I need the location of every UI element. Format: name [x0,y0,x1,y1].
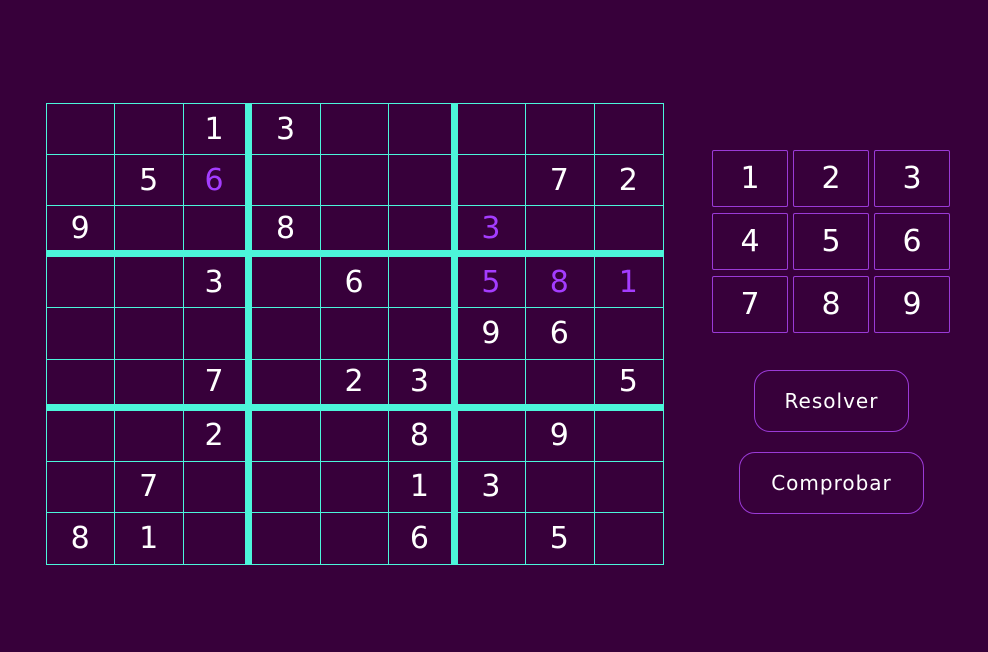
number-button-5[interactable]: 5 [793,213,869,270]
sudoku-cell-r1-c2[interactable] [115,104,184,156]
sudoku-cell-r7-c4[interactable] [252,410,321,462]
number-button-1[interactable]: 1 [712,150,788,207]
sudoku-cell-r7-c3[interactable]: 2 [183,410,253,462]
sudoku-cell-r6-c2[interactable] [115,359,184,411]
sudoku-cell-r6-c7[interactable] [457,359,527,411]
sudoku-cell-r6-c8[interactable] [526,359,595,411]
sudoku-cell-r9-c1[interactable]: 8 [47,512,116,564]
sudoku-cell-r9-c2[interactable]: 1 [115,512,184,564]
sudoku-board: 135672983365819672352897138165 [46,103,664,565]
sudoku-cell-r6-c3[interactable]: 7 [183,359,253,411]
number-pad: 123 456 789 [712,150,950,333]
sudoku-cell-r8-c8[interactable] [526,461,595,513]
sudoku-cell-r8-c9[interactable] [594,462,663,513]
sudoku-cell-r5-c4[interactable] [252,308,321,360]
sudoku-cell-r4-c3[interactable]: 3 [183,257,253,309]
sudoku-cell-r5-c2[interactable] [115,308,184,360]
sudoku-cell-r4-c5[interactable]: 6 [320,257,390,309]
sudoku-cell-r8-c7[interactable]: 3 [457,461,527,513]
sudoku-cell-r7-c2[interactable] [115,410,184,462]
sudoku-cell-r4-c7[interactable]: 5 [457,257,527,309]
sudoku-cell-r6-c6[interactable]: 3 [389,359,458,411]
sudoku-cell-r4-c2[interactable] [115,257,184,309]
sudoku-cell-r9-c7[interactable] [458,512,527,564]
number-button-6[interactable]: 6 [874,213,950,270]
sudoku-cell-r3-c3[interactable] [183,206,253,258]
sudoku-cell-r9-c8[interactable]: 5 [526,512,595,564]
number-button-2[interactable]: 2 [793,150,869,207]
sudoku-cell-r9-c4[interactable] [252,512,321,564]
sudoku-cell-r9-c5[interactable] [321,512,390,564]
resolver-button[interactable]: Resolver [754,370,909,432]
sudoku-cell-r5-c8[interactable]: 6 [526,308,595,360]
sudoku-cell-r3-c5[interactable] [320,206,390,258]
sudoku-cell-r1-c5[interactable] [320,104,390,156]
sudoku-cell-r6-c9[interactable]: 5 [594,360,663,411]
sudoku-cell-r2-c4[interactable] [252,155,321,207]
number-button-7[interactable]: 7 [712,276,788,333]
sudoku-cell-r5-c1[interactable] [47,308,116,360]
sudoku-cell-r1-c7[interactable] [457,104,527,156]
sudoku-cell-r7-c6[interactable]: 8 [389,410,458,462]
sudoku-cell-r3-c9[interactable] [594,206,663,258]
sudoku-cell-r8-c2[interactable]: 7 [115,461,184,513]
sudoku-cell-r4-c1[interactable] [47,257,116,309]
sudoku-cell-r3-c6[interactable] [389,206,458,258]
sudoku-cell-r3-c2[interactable] [115,206,184,258]
sudoku-cell-r1-c9[interactable] [594,104,663,156]
sudoku-cell-r8-c3[interactable] [183,461,253,513]
sudoku-cell-r5-c5[interactable] [320,308,390,360]
sudoku-cell-r8-c4[interactable] [252,461,321,513]
sudoku-cell-r4-c6[interactable] [389,257,458,309]
sudoku-cell-r2-c2[interactable]: 5 [115,155,184,207]
sudoku-cell-r5-c3[interactable] [183,308,253,360]
number-button-3[interactable]: 3 [874,150,950,207]
sudoku-cell-r5-c6[interactable] [389,308,458,360]
sudoku-cell-r2-c3[interactable]: 6 [183,155,253,207]
sudoku-cell-r2-c5[interactable] [320,155,390,207]
sudoku-cell-r6-c1[interactable] [47,359,116,411]
number-button-8[interactable]: 8 [793,276,869,333]
sudoku-cell-r9-c3[interactable] [184,512,253,564]
sudoku-cell-r8-c1[interactable] [47,461,116,513]
sudoku-cell-r9-c6[interactable]: 6 [389,512,458,564]
sudoku-cell-r2-c1[interactable] [47,155,116,207]
sudoku-cell-r2-c8[interactable]: 7 [526,155,595,207]
sudoku-cell-r2-c6[interactable] [389,155,458,207]
comprobar-button[interactable]: Comprobar [739,452,924,514]
sudoku-cell-r5-c7[interactable]: 9 [457,308,527,360]
sudoku-cell-r1-c4[interactable]: 3 [252,104,321,156]
sudoku-cell-r7-c7[interactable] [457,410,527,462]
sudoku-cell-r1-c1[interactable] [47,104,116,156]
sudoku-cell-r7-c5[interactable] [320,410,390,462]
sudoku-cell-r6-c5[interactable]: 2 [320,359,390,411]
number-button-4[interactable]: 4 [712,213,788,270]
sudoku-cell-r7-c8[interactable]: 9 [526,410,595,462]
sudoku-cell-r2-c9[interactable]: 2 [594,155,663,207]
sudoku-cell-r6-c4[interactable] [252,359,321,411]
sudoku-cell-r5-c9[interactable] [594,308,663,360]
sudoku-cell-r7-c1[interactable] [47,410,116,462]
sudoku-cell-r3-c4[interactable]: 8 [252,206,321,258]
sudoku-cell-r4-c4[interactable] [252,257,321,309]
sudoku-cell-r8-c6[interactable]: 1 [389,461,458,513]
sudoku-cell-r1-c3[interactable]: 1 [183,104,253,156]
sudoku-cell-r7-c9[interactable] [594,411,663,462]
sudoku-cell-r3-c8[interactable] [526,206,595,258]
sudoku-cell-r9-c9[interactable] [595,513,663,564]
sudoku-cell-r8-c5[interactable] [320,461,390,513]
sudoku-cell-r3-c7[interactable]: 3 [457,206,527,258]
sudoku-cell-r4-c9[interactable]: 1 [594,257,663,309]
number-button-9[interactable]: 9 [874,276,950,333]
sudoku-cell-r3-c1[interactable]: 9 [47,206,116,258]
sudoku-cell-r2-c7[interactable] [457,155,527,207]
sudoku-cell-r1-c6[interactable] [389,104,458,156]
sudoku-cell-r1-c8[interactable] [526,104,595,156]
sudoku-cell-r4-c8[interactable]: 8 [526,257,595,309]
